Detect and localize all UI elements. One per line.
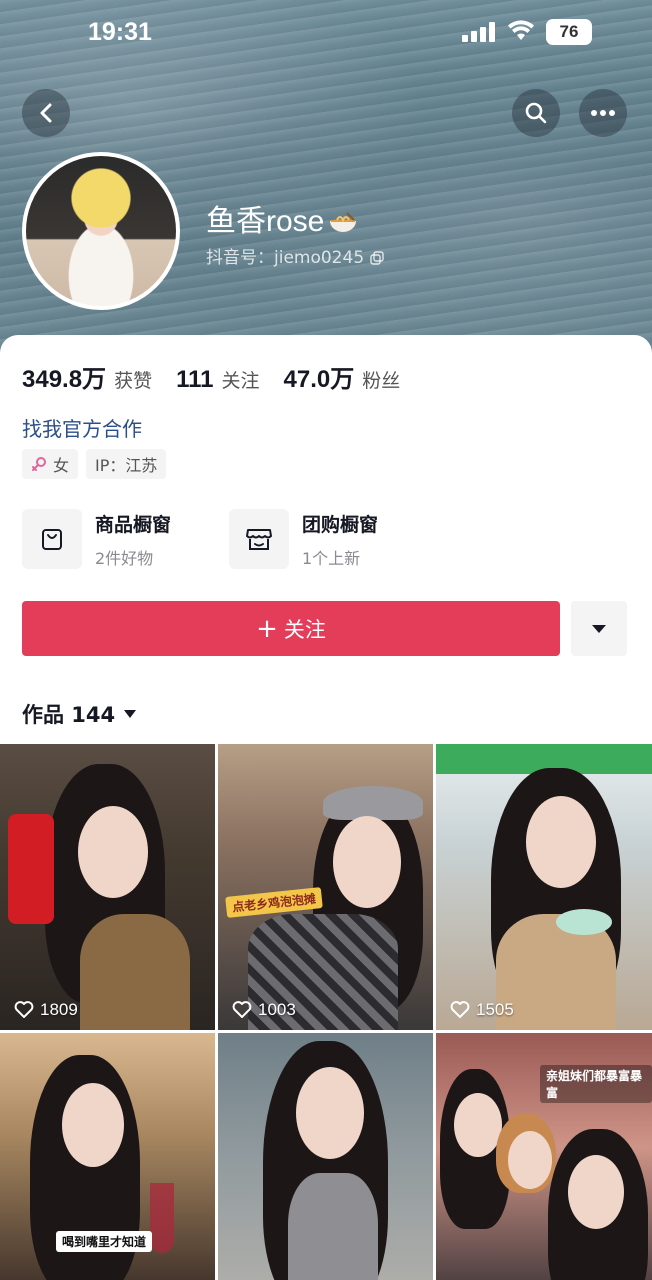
back-button[interactable] [22,89,70,137]
stat-following[interactable]: 111 关注 [176,366,259,394]
profile-name-text: 鱼香rose [206,205,325,238]
ip-tag-text: IP：江苏 [95,456,158,475]
heart-icon [232,1001,252,1018]
shop-icon-box [22,509,82,569]
works-tab-label: 作品 144 [22,703,116,727]
person-face [333,816,401,908]
stat-likes: 349.8万 获赞 [22,359,152,394]
person-face [508,1131,552,1189]
more-dots-icon [591,110,615,116]
search-icon [525,102,547,124]
works-tab[interactable]: 作品 144 [22,699,137,729]
stat-followers[interactable]: 47.0万 粉丝 [284,359,401,394]
more-options-button[interactable] [579,89,627,137]
person-face [296,1067,364,1159]
group-buy-window-subtitle: 1个上新 [302,548,361,568]
storefront-icon [246,529,272,550]
product-window-subtitle: 2件好物 [95,548,154,568]
cellular-signal-icon [462,22,495,42]
shopping-bag-icon [42,529,62,550]
follow-dropdown-button[interactable] [571,601,627,656]
heart-icon [450,1001,470,1018]
stat-followers-label: 粉丝 [362,370,401,392]
gender-tag: 女 [22,449,79,479]
video-likes-count: 1003 [258,1000,296,1019]
follow-button[interactable]: + 关注 [22,601,560,656]
stat-likes-value: 349.8万 [22,366,107,393]
video-thumbnail[interactable]: 1809 [0,744,215,1030]
copy-icon[interactable] [370,251,384,265]
fur-collar [80,914,190,1030]
video-thumbnail[interactable]: 亲姐妹们都暴富暴富 [436,1033,652,1280]
shop-icon-box [229,509,289,569]
caret-down-icon [592,624,606,633]
video-grid: 1809 点老乡鸡泡泡摊 1003 1505 喝到嘴里才知道 亲姐妹们都暴富暴富 [0,744,652,1280]
person-face [78,806,148,898]
video-thumbnail[interactable] [218,1033,433,1280]
stat-following-value: 111 [176,366,214,393]
video-thumbnail[interactable]: 点老乡鸡泡泡摊 1003 [218,744,433,1030]
profile-card: 349.8万 获赞 111 关注 47.0万 粉丝 找我官方合作 女 IP：江苏 [0,335,652,1280]
profile-banner: 19:31 76 鱼香rose 抖音号：jiemo0245 [0,0,652,360]
video-thumbnail[interactable]: 喝到嘴里才知道 [0,1033,215,1280]
status-bar: 19:31 76 [0,0,652,66]
stat-following-label: 关注 [221,370,260,392]
gray-top [288,1173,378,1280]
group-buy-window-entry[interactable]: 团购橱窗 1个上新 [229,509,378,569]
product-window-title: 商品橱窗 [95,513,172,536]
video-thumbnail[interactable]: 1505 [436,744,652,1030]
noodle-bowl-icon [330,212,357,233]
soda-can [8,814,54,924]
stat-likes-label: 获赞 [114,370,153,392]
headband [323,786,423,820]
caret-down-icon [124,710,137,718]
wine-glass [150,1183,174,1253]
follow-button-label: 关注 [283,617,326,642]
official-cooperation-link[interactable]: 找我官方合作 [22,413,142,442]
person-face [526,796,596,888]
chevron-left-icon [40,103,52,123]
douyin-id-value: jiemo0245 [274,248,365,268]
group-buy-window-title: 团购橱窗 [302,513,379,536]
heart-icon [14,1001,34,1018]
plus-icon: + [256,613,278,644]
stat-followers-value: 47.0万 [283,366,355,393]
product-window-entry[interactable]: 商品橱窗 2件好物 [22,509,171,569]
ip-tag: IP：江苏 [86,449,167,479]
video-likes: 1003 [232,1000,296,1020]
video-caption: 亲姐妹们都暴富暴富 [540,1065,652,1103]
douyin-id-label: 抖音号： [206,248,274,268]
dessert-plate [556,909,612,935]
battery-indicator: 76 [546,19,592,45]
status-time: 19:31 [88,18,152,46]
video-likes: 1505 [450,1000,514,1020]
video-caption: 喝到嘴里才知道 [56,1231,153,1252]
gender-tag-text: 女 [53,456,70,475]
profile-tags: 女 IP：江苏 [22,449,174,479]
wifi-icon [508,20,534,40]
douyin-id[interactable]: 抖音号：jiemo0245 [206,243,384,268]
search-button[interactable] [512,89,560,137]
video-likes-count: 1505 [476,1000,514,1019]
female-icon [32,457,46,471]
person-face [568,1155,624,1229]
person-face [454,1093,502,1157]
profile-name: 鱼香rose [206,196,358,240]
avatar[interactable] [22,152,180,310]
profile-stats: 349.8万 获赞 111 关注 47.0万 粉丝 [22,359,424,393]
video-likes: 1809 [14,1000,78,1020]
person-face [62,1083,124,1167]
video-likes-count: 1809 [40,1000,78,1019]
